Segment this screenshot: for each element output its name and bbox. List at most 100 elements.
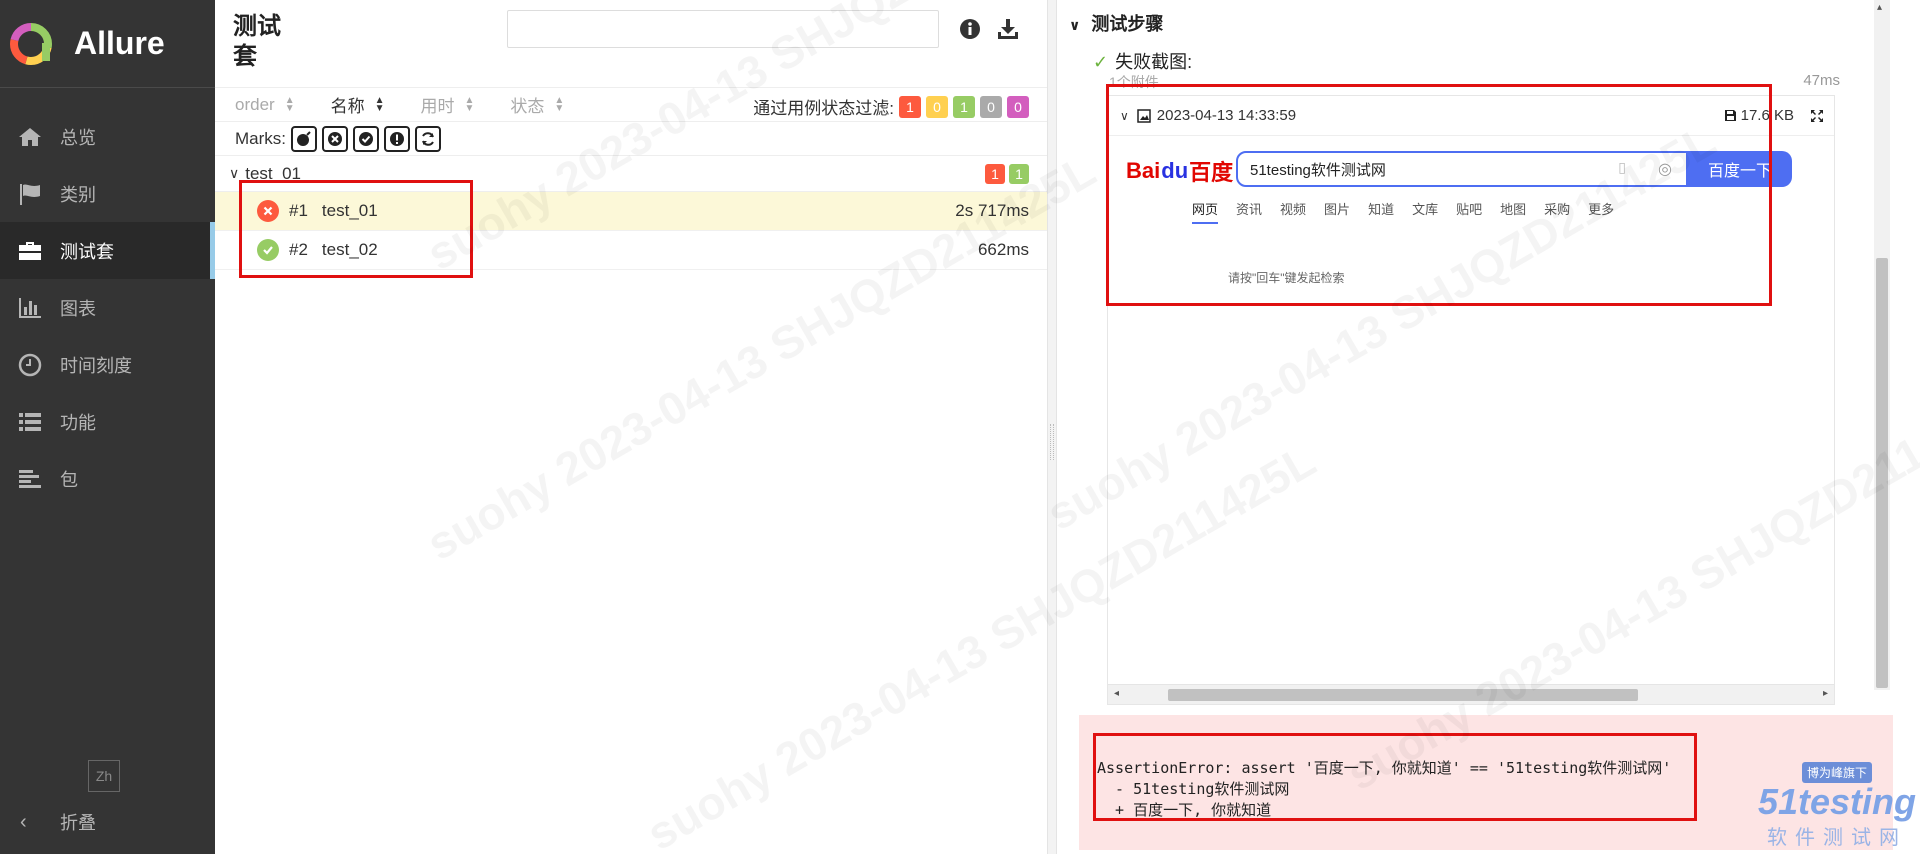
chevron-left-icon: ‹ [20,810,27,833]
step-passed-check-icon: ✓ [1093,52,1109,72]
baidu-tab: 视频 [1280,202,1307,217]
sidebar-item-graphs[interactable]: 图表 [0,279,215,336]
baidu-tab: 贴吧 [1456,202,1483,217]
pane-splitter[interactable] [1047,0,1057,854]
chevron-down-icon: ∨ [1069,17,1081,33]
logo-text-left: Bai [1126,158,1161,183]
sort-arrows-icon: ▲ ▼ [464,94,475,114]
sidebar-item-label: 功能 [60,412,96,433]
sort-label: 用时 [420,97,455,116]
filter-failed-badge[interactable]: 1 [899,95,921,118]
filter-skipped-badge[interactable]: 0 [980,95,1002,118]
sort-arrows-icon: ▲ ▼ [374,94,385,114]
mark-new-failed-button[interactable] [322,125,348,152]
baidu-tab: 地图 [1500,202,1527,217]
step-duration: 47ms [1803,72,1840,89]
test-row[interactable]: #1 test_01 2s 717ms [215,192,1047,231]
suites-header: 测试套 [215,0,1047,88]
horizontal-scrollbar[interactable]: ◂ ▸ [1108,684,1834,704]
allure-app: Allure 总览 类别 测试套 图表 时间刻度 功能 包 Zh ‹ 折叠 测试… [0,0,1920,854]
baidu-tabs: 网页 资讯 视频 图片 知道 文库 贴吧 地图 采购 更多 [1192,199,1632,224]
baidu-hint: 请按"回车"键发起检索 [1228,271,1345,285]
mark-flaky-button[interactable] [291,125,317,152]
download-icon[interactable] [997,18,1019,40]
sort-status[interactable]: 状态 ▲ ▼ [510,92,564,117]
scrollbar-thumb[interactable] [1168,689,1638,701]
suite-group-badges: 1 1 [981,164,1029,184]
logo-paw: du [1161,158,1189,183]
test-name: test_02 [321,240,378,259]
error-line: - 51testing软件测试网 [1097,780,1290,798]
status-filter: 通过用例状态过滤: 1 0 1 0 0 [753,94,1029,119]
sidebar-item-timeline[interactable]: 时间刻度 [0,336,215,393]
sort-duration[interactable]: 用时 ▲ ▼ [421,92,475,117]
suite-group-name: test_01 [245,163,302,183]
home-icon [16,125,44,149]
sidebar-item-behaviors[interactable]: 功能 [0,393,215,450]
sidebar-nav: 总览 类别 测试套 图表 时间刻度 功能 包 [0,108,215,507]
save-icon [1724,110,1736,121]
collapse-label: 折叠 [60,813,96,833]
attachment-viewer: ∨ 2023-04-13 14:33:59 17.6 KB Bai du 百度 … [1107,95,1835,705]
suite-group[interactable]: ∨ test_01 1 1 [215,156,1047,192]
steps-title: 测试步骤 [1091,14,1164,34]
sort-label: 状态 [510,97,545,116]
attachment-header[interactable]: ∨ 2023-04-13 14:33:59 17.6 KB [1108,96,1834,136]
baidu-tab: 采购 [1544,202,1571,217]
scrollbar-thumb[interactable] [1876,258,1888,688]
briefcase-icon [16,239,44,263]
mark-retries-button[interactable] [415,125,441,152]
baidu-search-button: 百度一下 [1688,151,1792,187]
scroll-up-icon[interactable]: ▴ [1877,2,1882,13]
check-circle-icon [359,131,373,146]
sidebar-item-suites[interactable]: 测试套 [0,222,215,279]
baidu-tab: 知道 [1368,202,1395,217]
list-icon [16,410,44,434]
steps-header[interactable]: ∨ 测试步骤 [1069,10,1163,36]
sidebar-item-categories[interactable]: 类别 [0,165,215,222]
test-number: #2 [289,240,308,259]
baidu-search-box: 51testing软件测试网 ▯ ◎ [1236,151,1688,187]
filter-unknown-badge[interactable]: 0 [1007,95,1029,118]
info-icon[interactable] [959,18,981,40]
expand-icon[interactable] [1810,109,1824,123]
marks-bar: Marks: [215,122,1047,156]
error-line: AssertionError: assert '百度一下, 你就知道' == '… [1097,759,1672,777]
sidebar-item-packages[interactable]: 包 [0,450,215,507]
filter-passed-badge[interactable]: 1 [953,95,975,118]
bomb-icon [297,130,311,146]
sort-arrows-icon: ▲ ▼ [284,94,295,114]
sort-bar: order ▲ ▼ 名称 ▲ ▼ 用时 ▲ ▼ 状态 ▲ ▼ 通过用例状态过滤: 1 0… [215,88,1047,122]
search-input[interactable] [507,10,939,48]
attachment-name: 2023-04-13 14:33:59 [1156,107,1297,124]
baidu-tab: 图片 [1324,202,1351,217]
sidebar-item-label: 包 [60,469,78,490]
step-item[interactable]: ✓ 失败截图: [1093,48,1192,74]
sort-name[interactable]: 名称 ▲ ▼ [331,92,385,117]
vertical-scrollbar[interactable]: ▴ [1874,0,1890,690]
sort-order[interactable]: order ▲ ▼ [235,95,295,115]
marks-label: Marks: [235,128,286,148]
language-switch[interactable]: Zh [88,760,120,792]
attachment-count: 1个附件 [1109,74,1159,90]
scroll-left-icon[interactable]: ◂ [1114,688,1119,699]
attachment-size[interactable]: 17.6 KB [1724,107,1794,124]
align-left-icon [16,467,44,491]
mark-new-broken-button[interactable] [384,125,410,152]
sidebar-item-label: 类别 [60,184,96,205]
brand[interactable]: Allure [0,0,215,88]
baidu-tab: 资讯 [1236,202,1263,217]
filter-broken-badge[interactable]: 0 [926,95,948,118]
sidebar-item-overview[interactable]: 总览 [0,108,215,165]
screenshot-image: Bai du 百度 51testing软件测试网 ▯ ◎ 百度一下 网页 资讯 … [1108,137,1834,287]
bar-chart-icon [16,296,44,320]
mark-new-passed-button[interactable] [353,125,379,152]
group-failed-count: 1 [985,164,1005,184]
error-line: + 百度一下, 你就知道 [1097,801,1272,819]
camera-icon: ◎ [1658,161,1672,178]
collapse-button[interactable]: ‹ 折叠 [0,804,215,840]
times-circle-icon [328,131,342,146]
splitter-grip-icon [1050,424,1054,460]
test-row[interactable]: #2 test_02 662ms [215,231,1047,270]
scroll-right-icon[interactable]: ▸ [1823,688,1828,699]
